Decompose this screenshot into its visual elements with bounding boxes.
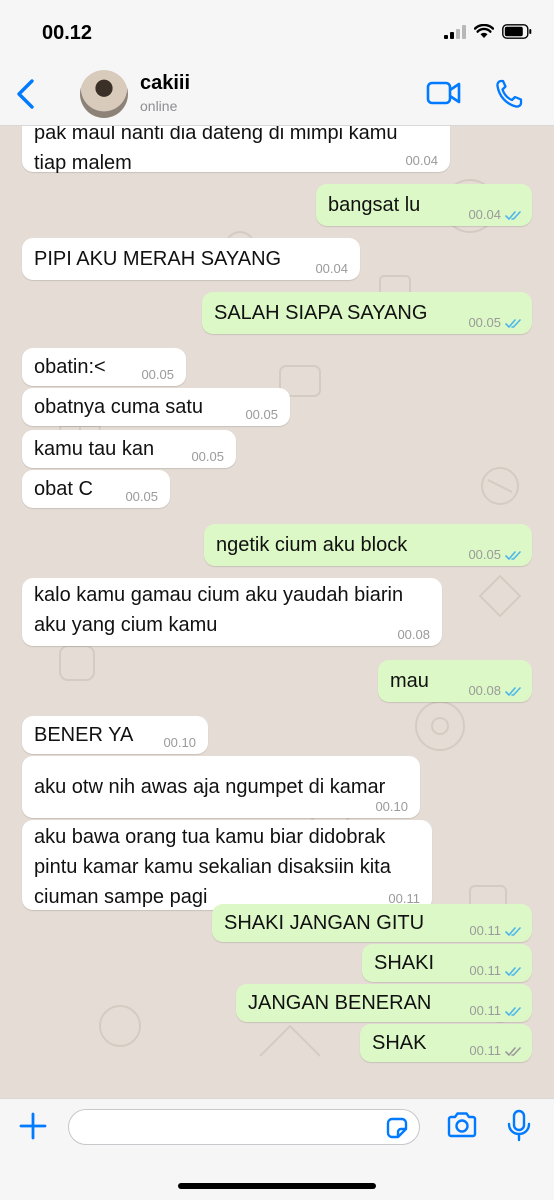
message-time: 00.04 <box>315 261 348 276</box>
message-meta: 00.11 <box>469 1004 522 1018</box>
incoming-message[interactable]: kamu tau kan 00.05 <box>22 430 236 468</box>
message-time: 00.10 <box>375 799 408 814</box>
message-meta: 00.05 <box>468 548 522 562</box>
message-meta: 00.05 <box>125 490 158 504</box>
read-ticks-icon <box>505 550 521 560</box>
outgoing-message[interactable]: SHAK 00.11 <box>360 1024 532 1062</box>
message-meta: 00.11 <box>469 1044 522 1058</box>
status-time: 00.12 <box>42 22 93 44</box>
outgoing-message[interactable]: mau 00.08 <box>378 660 532 702</box>
message-time: 00.05 <box>468 547 501 562</box>
incoming-message[interactable]: pak maul nanti dia dateng di mimpi kamu … <box>22 126 450 174</box>
message-meta: 00.05 <box>191 450 224 464</box>
message-meta: 00.11 <box>469 924 522 938</box>
message-meta: 00.08 <box>397 628 430 642</box>
incoming-message[interactable]: PIPI AKU MERAH SAYANG 00.04 <box>22 238 360 280</box>
read-ticks-icon <box>505 318 521 328</box>
voice-call-button[interactable] <box>494 78 524 115</box>
message-text: obatnya cuma satu <box>34 396 203 418</box>
message-time: 00.10 <box>163 735 196 750</box>
outgoing-message[interactable]: SHAKI JANGAN GITU 00.11 <box>212 904 532 942</box>
composer-bar <box>0 1098 554 1200</box>
incoming-message[interactable]: kalo kamu gamau cium aku yaudah biarin a… <box>22 578 442 646</box>
avatar[interactable] <box>80 70 128 118</box>
incoming-message[interactable]: aku bawa orang tua kamu biar didobrak pi… <box>22 820 432 910</box>
message-meta: 00.10 <box>163 736 196 750</box>
message-time: 00.04 <box>405 153 438 168</box>
incoming-message[interactable]: obat C 00.05 <box>22 470 170 508</box>
message-meta: 00.05 <box>141 368 174 382</box>
phone-icon <box>496 79 523 108</box>
outgoing-message[interactable]: SALAH SIAPA SAYANG 00.05 <box>202 292 532 334</box>
home-indicator <box>178 1183 376 1189</box>
message-text: kalo kamu gamau cium aku yaudah biarin a… <box>34 584 404 636</box>
message-time: 00.08 <box>397 627 430 642</box>
incoming-message[interactable]: BENER YA 00.10 <box>22 716 208 754</box>
outgoing-message[interactable]: ngetik cium aku block 00.05 <box>204 524 532 566</box>
message-time: 00.05 <box>468 315 501 330</box>
chat-area[interactable]: pak maul nanti dia dateng di mimpi kamu … <box>0 126 554 1098</box>
battery-icon <box>502 24 532 39</box>
incoming-message[interactable]: obatnya cuma satu 00.05 <box>22 388 290 426</box>
message-time: 00.11 <box>469 963 501 978</box>
outgoing-message[interactable]: bangsat lu 00.04 <box>316 184 532 226</box>
microphone-icon <box>507 1109 531 1142</box>
message-time: 00.11 <box>469 923 501 938</box>
message-time: 00.05 <box>245 407 278 422</box>
message-time: 00.05 <box>191 449 224 464</box>
read-ticks-icon <box>505 686 521 696</box>
status-bar: 00.12 <box>0 0 554 64</box>
chat-header: cakiii online <box>0 64 554 126</box>
outgoing-message[interactable]: JANGAN BENERAN 00.11 <box>236 984 532 1022</box>
message-time: 00.05 <box>141 367 174 382</box>
message-meta: 00.08 <box>468 684 522 698</box>
read-ticks-icon <box>505 926 521 936</box>
message-text: PIPI AKU MERAH SAYANG <box>34 248 282 270</box>
incoming-message[interactable]: aku otw nih awas aja ngumpet di kamar 00.… <box>22 756 420 818</box>
read-ticks-icon <box>505 966 521 976</box>
message-meta: 00.05 <box>245 408 278 422</box>
message-text: pak maul nanti dia dateng di mimpi kamu … <box>34 126 398 174</box>
outgoing-message[interactable]: SHAKI 00.11 <box>362 944 532 982</box>
video-call-button[interactable] <box>426 80 462 111</box>
incoming-message[interactable]: obatin:< 00.05 <box>22 348 186 386</box>
message-text: aku bawa orang tua kamu biar didobrak pi… <box>34 826 391 908</box>
message-time: 00.05 <box>125 489 158 504</box>
camera-button[interactable] <box>446 1111 478 1144</box>
sticker-icon <box>386 1117 408 1139</box>
message-meta: 00.04 <box>405 154 438 168</box>
message-text: aku otw nih awas aja ngumpet di kamar <box>34 776 386 798</box>
message-time: 00.11 <box>469 1043 501 1058</box>
back-button[interactable] <box>14 78 38 115</box>
chevron-left-icon <box>17 79 34 109</box>
message-time: 00.08 <box>468 683 501 698</box>
read-ticks-icon <box>505 210 521 220</box>
signal-bars-icon <box>444 24 466 39</box>
sticker-button[interactable] <box>384 1115 410 1146</box>
message-input[interactable] <box>68 1109 420 1145</box>
delivered-ticks-icon <box>505 1046 521 1056</box>
message-meta: 00.11 <box>469 964 522 978</box>
attach-button[interactable] <box>18 1111 48 1146</box>
status-icons <box>444 24 532 39</box>
message-meta: 00.04 <box>315 262 348 276</box>
microphone-button[interactable] <box>506 1109 532 1148</box>
read-ticks-icon <box>505 1006 521 1016</box>
message-meta: 00.10 <box>375 800 408 814</box>
contact-status: online <box>140 98 178 114</box>
message-time: 00.11 <box>469 1003 501 1018</box>
video-camera-icon <box>426 81 461 105</box>
plus-icon <box>19 1112 47 1140</box>
message-meta: 00.05 <box>468 316 522 330</box>
message-meta: 00.04 <box>468 208 522 222</box>
message-time: 00.04 <box>468 207 501 222</box>
contact-name[interactable]: cakiii <box>140 72 190 95</box>
wifi-icon <box>474 24 494 38</box>
camera-icon <box>447 1112 477 1138</box>
